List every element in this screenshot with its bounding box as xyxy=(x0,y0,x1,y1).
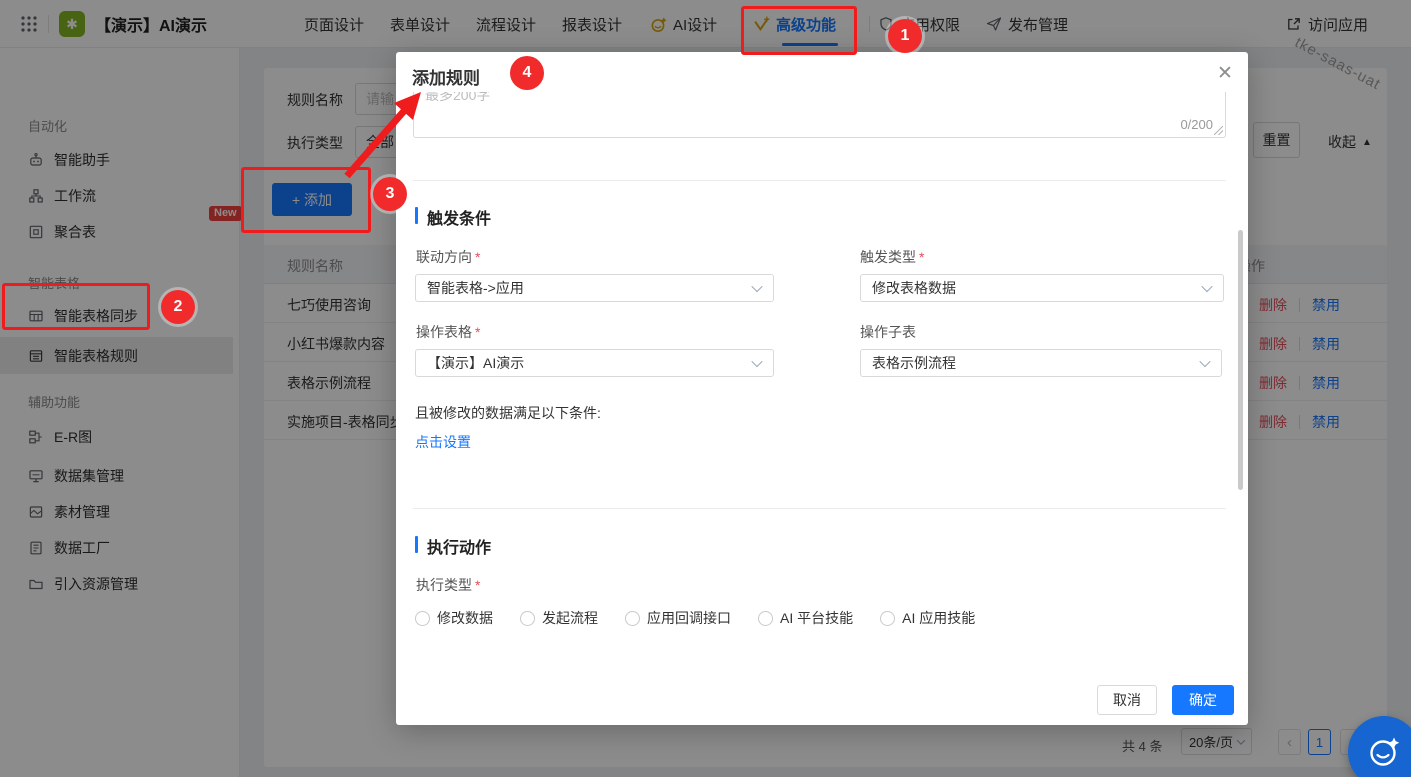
required-mark: * xyxy=(475,249,480,265)
radio-icon xyxy=(625,611,640,626)
required-mark: * xyxy=(919,249,924,265)
exec-type-radio-group: 修改数据 发起流程 应用回调接口 AI 平台技能 AI 应用技能 xyxy=(415,608,975,628)
required-mark: * xyxy=(475,324,480,340)
chevron-down-icon xyxy=(751,281,762,292)
label-text: 操作表格 xyxy=(416,324,472,340)
required-mark: * xyxy=(475,577,480,593)
trigger-type-select[interactable]: 修改表格数据 xyxy=(860,274,1224,302)
chevron-down-icon xyxy=(1199,356,1210,367)
annotation-box-advanced-features xyxy=(741,6,857,55)
radio-label: AI 平台技能 xyxy=(780,608,853,628)
radio-ai-app-skill[interactable]: AI 应用技能 xyxy=(880,608,975,628)
resize-handle-icon[interactable] xyxy=(1214,126,1223,135)
trigger-section-title: 触发条件 xyxy=(427,205,491,229)
radio-icon xyxy=(880,611,895,626)
annotation-step-2: 2 xyxy=(161,290,195,324)
annotation-step-1: 1 xyxy=(888,19,922,53)
field-label-trigger-type: 触发类型* xyxy=(860,247,924,267)
radio-start-flow[interactable]: 发起流程 xyxy=(520,608,598,628)
section-accent-bar xyxy=(415,536,418,553)
radio-label: 应用回调接口 xyxy=(647,608,731,628)
modal-scrollbar[interactable] xyxy=(1238,230,1243,490)
confirm-button[interactable]: 确定 xyxy=(1172,685,1234,715)
close-icon[interactable]: ✕ xyxy=(1212,60,1238,86)
radio-label: 修改数据 xyxy=(437,608,493,628)
label-text: 执行类型 xyxy=(416,577,472,593)
annotation-arrow xyxy=(330,80,440,190)
divider xyxy=(413,508,1226,509)
field-label-exec-type: 执行类型* xyxy=(416,575,480,595)
action-section-title: 执行动作 xyxy=(427,534,491,558)
field-label-sub-table: 操作子表 xyxy=(860,322,916,342)
chevron-down-icon xyxy=(1201,281,1212,292)
field-label-link-direction: 联动方向* xyxy=(416,247,480,267)
sub-table-select[interactable]: 表格示例流程 xyxy=(860,349,1222,377)
rule-description-textarea[interactable]: 最多200字 0/200 xyxy=(413,92,1226,138)
condition-hint-text: 且被修改的数据满足以下条件: xyxy=(415,403,601,423)
field-label-target-table: 操作表格* xyxy=(416,322,480,342)
set-condition-link[interactable]: 点击设置 xyxy=(415,432,471,452)
link-direction-select[interactable]: 智能表格->应用 xyxy=(415,274,774,302)
target-table-select[interactable]: 【演示】AI演示 xyxy=(415,349,774,377)
section-accent-bar xyxy=(415,207,418,224)
label-text: 操作子表 xyxy=(860,324,916,340)
ai-chat-icon xyxy=(1365,733,1403,771)
char-counter: 0/200 xyxy=(1180,117,1213,132)
chevron-down-icon xyxy=(751,356,762,367)
add-rule-modal: 添加规则 ✕ 最多200字 0/200 触发条件 联动方向* 触发类型* 智能表… xyxy=(396,52,1248,725)
radio-app-callback[interactable]: 应用回调接口 xyxy=(625,608,731,628)
radio-label: AI 应用技能 xyxy=(902,608,975,628)
divider xyxy=(413,180,1226,181)
label-text: 触发类型 xyxy=(860,249,916,265)
radio-icon xyxy=(758,611,773,626)
annotation-box-smart-table-rules xyxy=(2,283,150,330)
annotation-step-4: 4 xyxy=(510,56,544,90)
radio-icon xyxy=(415,611,430,626)
radio-label: 发起流程 xyxy=(542,608,598,628)
select-value: 【演示】AI演示 xyxy=(427,353,524,373)
radio-modify-data[interactable]: 修改数据 xyxy=(415,608,493,628)
label-text: 联动方向 xyxy=(416,249,472,265)
select-value: 修改表格数据 xyxy=(872,278,956,298)
cancel-button[interactable]: 取消 xyxy=(1097,685,1157,715)
radio-ai-platform-skill[interactable]: AI 平台技能 xyxy=(758,608,853,628)
select-value: 智能表格->应用 xyxy=(427,278,524,298)
radio-icon xyxy=(520,611,535,626)
screen: ✱ 【演示】AI演示 页面设计 表单设计 流程设计 报表设计 AI设计 高级功能 xyxy=(0,0,1411,777)
select-value: 表格示例流程 xyxy=(872,353,956,373)
